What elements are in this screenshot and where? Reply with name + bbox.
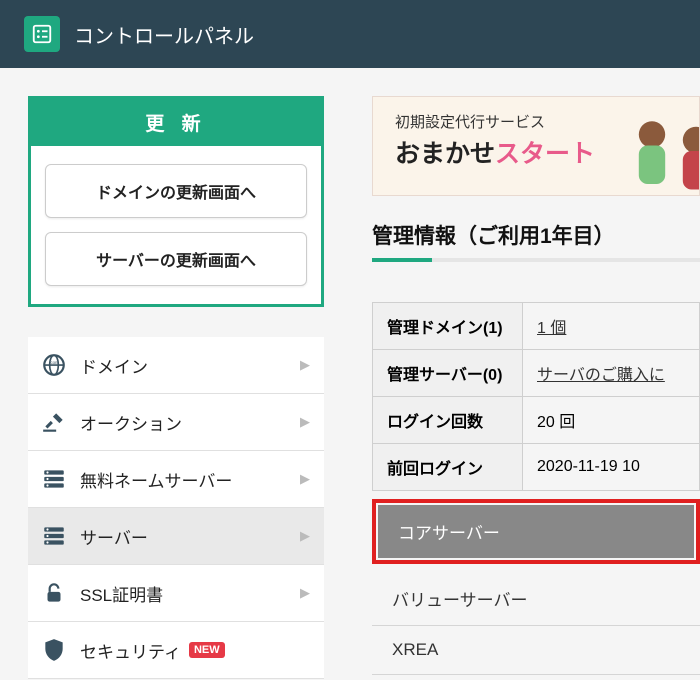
- server-submenu: バリューサーバー XREA: [372, 572, 700, 675]
- chevron-right-icon: ▶: [300, 585, 310, 601]
- nav-domain[interactable]: .com ドメイン ▶: [28, 337, 324, 394]
- shield-icon: [40, 636, 68, 664]
- update-panel: 更 新 ドメインの更新画面へ サーバーの更新画面へ: [28, 96, 324, 307]
- nav-label: オークション: [80, 410, 182, 435]
- promo-banner[interactable]: 初期設定代行サービス おまかせスタート: [372, 96, 700, 196]
- server-stack-icon: [40, 522, 68, 550]
- nav-label: セキュリティ: [80, 638, 181, 663]
- nav-label: 無料ネームサーバー: [80, 467, 232, 492]
- chevron-right-icon: ▶: [300, 357, 310, 373]
- table-row: 前回ログイン2020-11-19 10: [373, 444, 700, 491]
- new-badge: NEW: [189, 642, 225, 658]
- info-table: 管理ドメイン(1)1 個 管理サーバー(0)サーバのご購入に ログイン回数20 …: [372, 302, 700, 491]
- nav-label: SSL証明書: [80, 581, 163, 606]
- title-underline: [372, 258, 700, 262]
- domain-count-link[interactable]: 1 個: [537, 320, 566, 337]
- server-purchase-link[interactable]: サーバのご購入に: [537, 367, 665, 384]
- gavel-icon: [40, 408, 68, 436]
- server-icon: [40, 465, 68, 493]
- table-row: ログイン回数20 回: [373, 397, 700, 444]
- chevron-right-icon: ▶: [300, 414, 310, 430]
- nav-server[interactable]: サーバー ▶: [28, 508, 324, 565]
- update-panel-header: 更 新: [31, 99, 321, 146]
- table-row: 管理サーバー(0)サーバのご購入に: [373, 350, 700, 397]
- page-title: コントロールパネル: [74, 20, 254, 49]
- domain-renew-button[interactable]: ドメインの更新画面へ: [45, 164, 307, 218]
- nav-label: サーバー: [80, 524, 148, 549]
- nav-nameserver[interactable]: 無料ネームサーバー ▶: [28, 451, 324, 508]
- table-row: 管理ドメイン(1)1 個: [373, 303, 700, 350]
- submenu-core-server[interactable]: コアサーバー: [378, 505, 694, 558]
- people-illustration-icon: [619, 107, 700, 196]
- globe-icon: .com: [40, 351, 68, 379]
- nav-auction[interactable]: オークション ▶: [28, 394, 324, 451]
- nav-ssl[interactable]: SSL証明書 ▶: [28, 565, 324, 622]
- app-header: コントロールパネル: [0, 0, 700, 68]
- svg-text:.com: .com: [49, 360, 59, 365]
- submenu-value-server[interactable]: バリューサーバー: [372, 572, 700, 626]
- app-icon: [24, 16, 60, 52]
- server-renew-button[interactable]: サーバーの更新画面へ: [45, 232, 307, 286]
- nav-security[interactable]: セキュリティ NEW: [28, 622, 324, 679]
- sidebar-nav: .com ドメイン ▶ オークション ▶ 無料ネームサーバー ▶ サーバー ▶: [28, 337, 324, 679]
- info-section-title: 管理情報（ご利用1年目）: [372, 220, 700, 250]
- chevron-right-icon: ▶: [300, 528, 310, 544]
- nav-label: ドメイン: [80, 353, 148, 378]
- highlight-box: コアサーバー: [372, 499, 700, 564]
- chevron-right-icon: ▶: [300, 471, 310, 487]
- submenu-xrea[interactable]: XREA: [372, 626, 700, 675]
- lock-icon: [40, 579, 68, 607]
